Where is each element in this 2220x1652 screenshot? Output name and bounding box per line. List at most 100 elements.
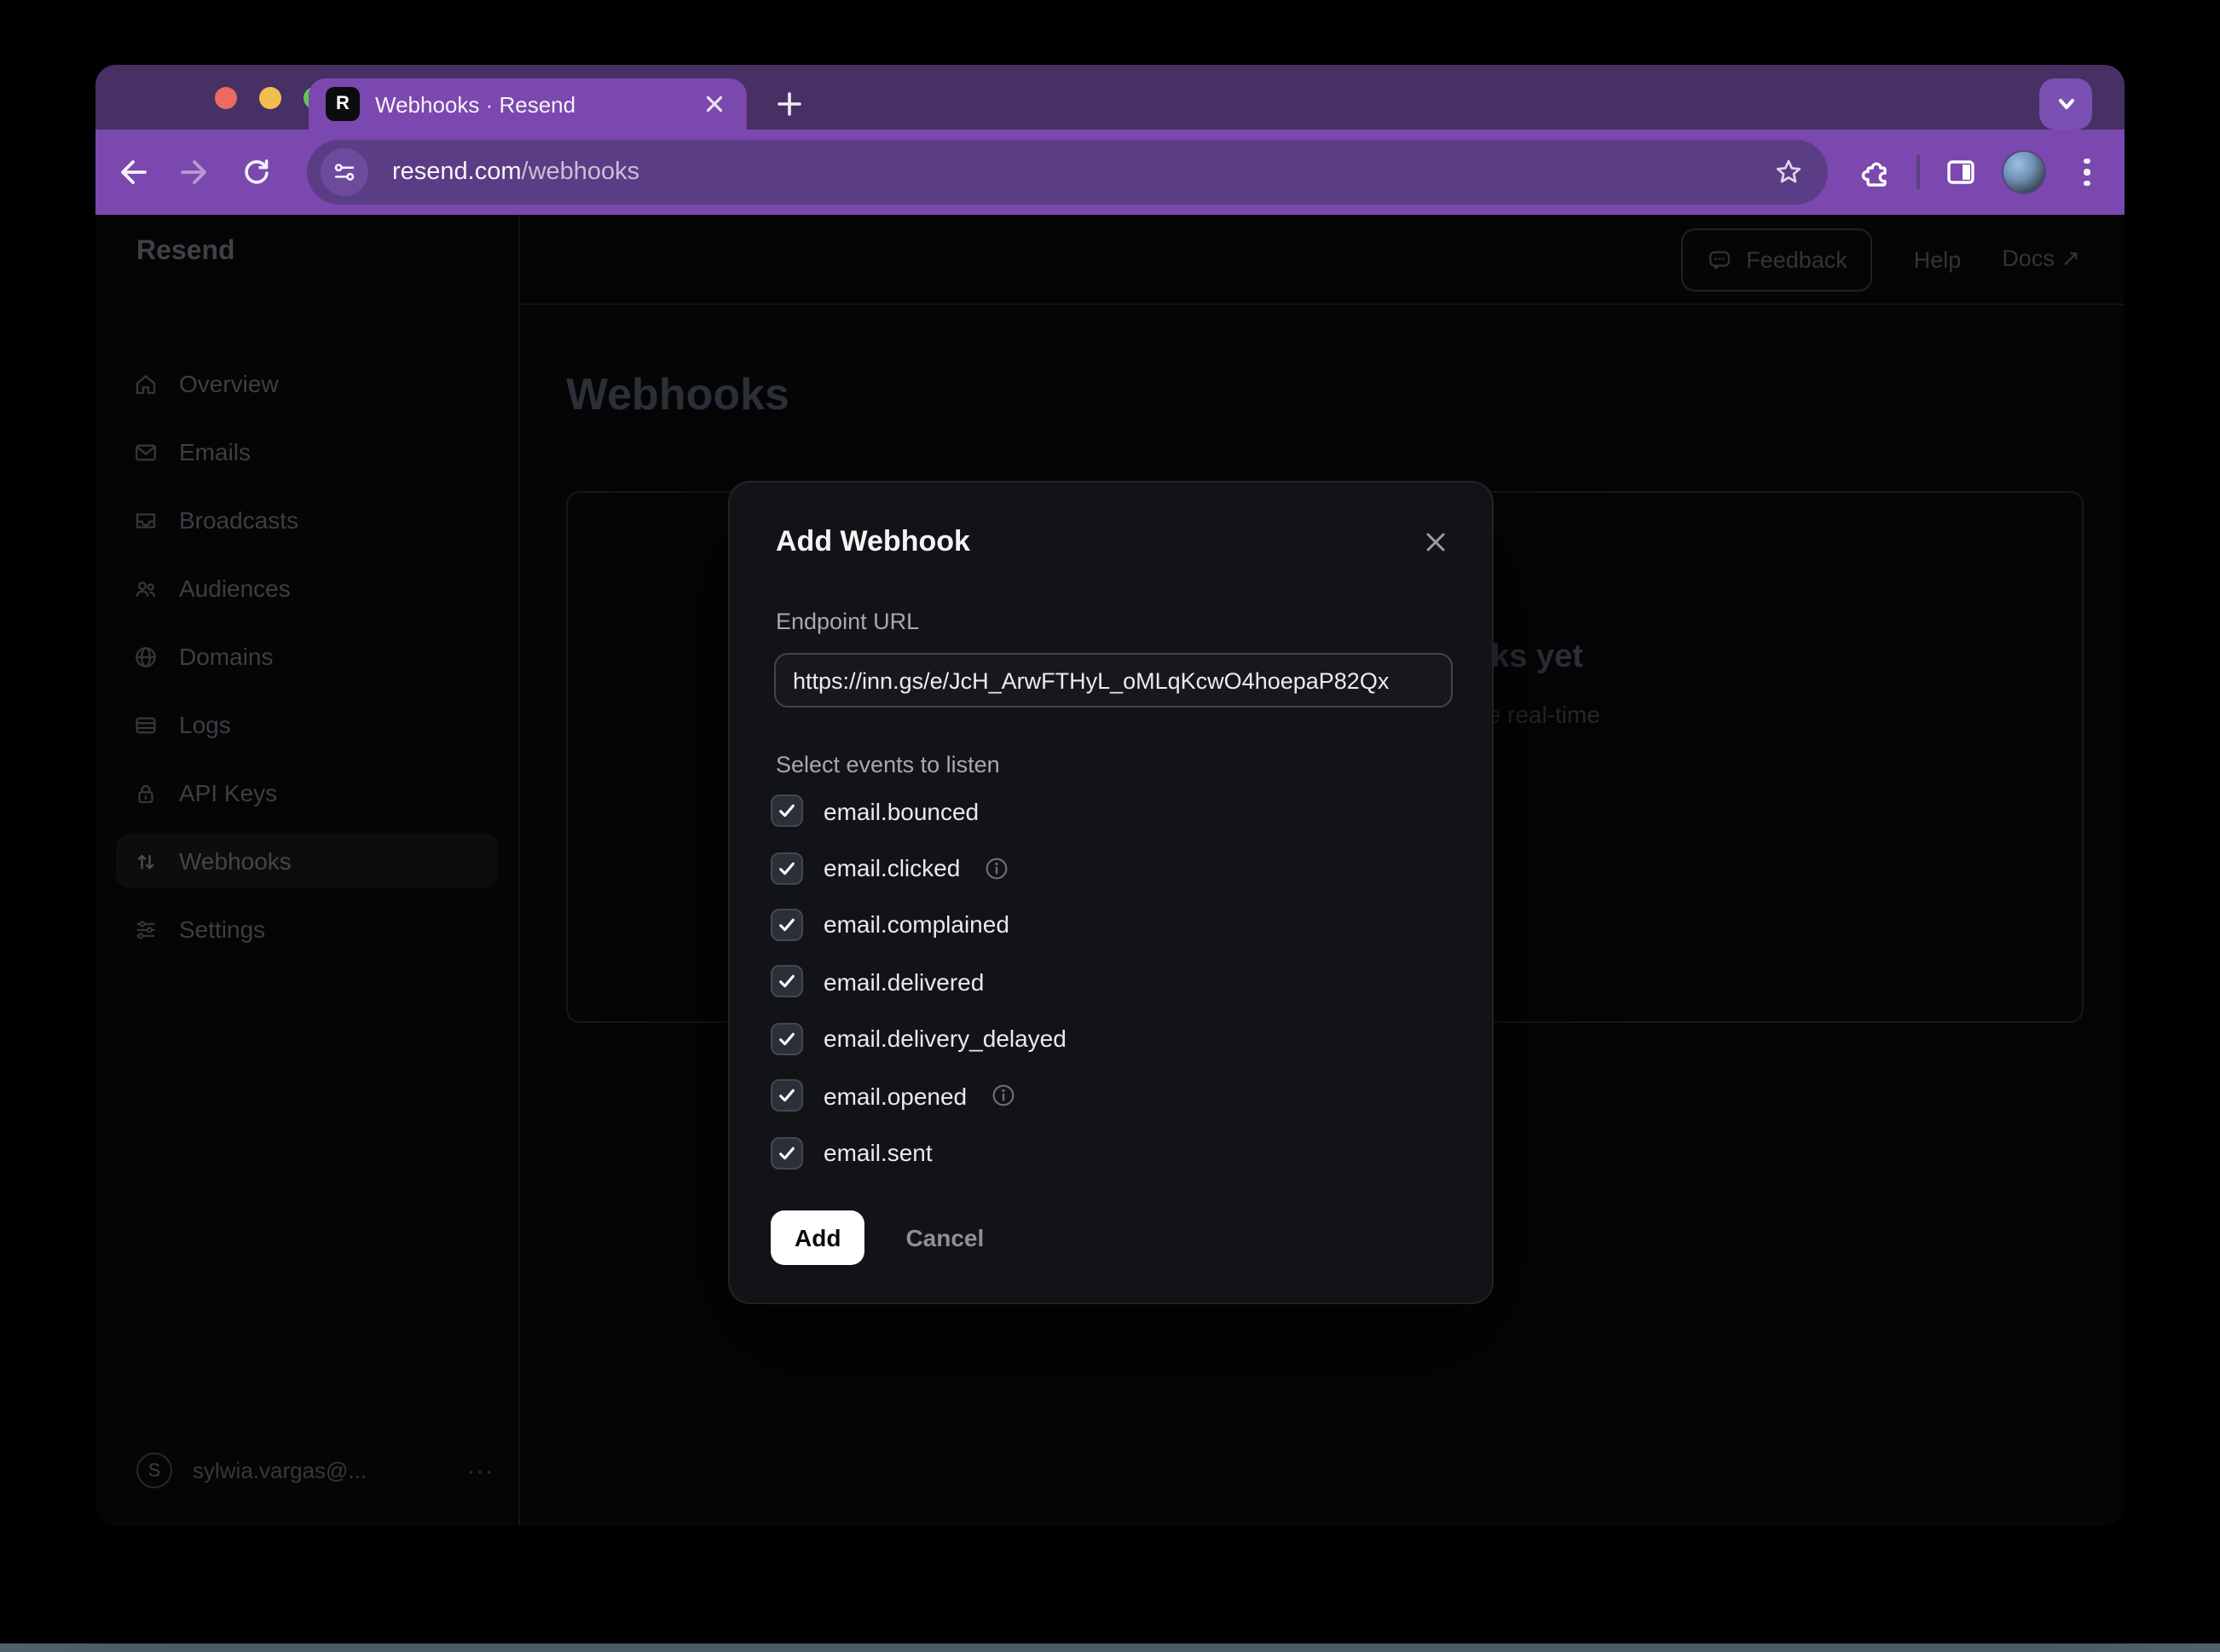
feedback-button[interactable]: Feedback xyxy=(1681,228,1873,291)
add-button[interactable]: Add xyxy=(771,1210,864,1265)
reload-button[interactable] xyxy=(230,147,281,198)
docs-link[interactable]: Docs ↗ xyxy=(2002,245,2080,273)
browser-window: R Webhooks · Resend xyxy=(95,65,2125,1526)
add-webhook-modal: Add Webhook Endpoint URL Select events t… xyxy=(728,481,1494,1304)
browser-menu-icon[interactable] xyxy=(2070,159,2104,186)
event-label: email.sent xyxy=(824,1139,933,1166)
url-path: /webhooks xyxy=(522,159,640,186)
lock-icon xyxy=(133,780,159,806)
help-link[interactable]: Help xyxy=(1914,246,1962,272)
event-row-opened: email.opened xyxy=(771,1067,1451,1124)
url-domain: resend.com xyxy=(392,159,522,186)
event-checkbox[interactable] xyxy=(771,1023,803,1055)
sidebar-nav: Overview Emails Broadcasts Audiences xyxy=(116,356,498,970)
toolbar-right-cluster xyxy=(1859,130,2104,215)
close-icon[interactable] xyxy=(1417,523,1454,561)
profile-avatar[interactable] xyxy=(2002,150,2046,194)
sidebar-item-broadcasts[interactable]: Broadcasts xyxy=(116,493,498,547)
tab-search-chevron-button[interactable] xyxy=(2039,78,2092,130)
event-row-clicked: email.clicked xyxy=(771,840,1451,897)
event-checkbox[interactable] xyxy=(771,794,803,827)
forward-button[interactable] xyxy=(169,147,220,198)
site-settings-icon[interactable] xyxy=(321,148,368,196)
sliders-icon xyxy=(133,916,159,942)
sidebar-item-domains[interactable]: Domains xyxy=(116,629,498,684)
backdrop-floor-strip xyxy=(0,1643,2220,1652)
back-button[interactable] xyxy=(107,147,159,198)
sidebar-item-label: Audiences xyxy=(179,575,291,602)
account-avatar: S xyxy=(136,1453,172,1488)
modal-actions: Add Cancel xyxy=(771,1210,984,1265)
url-text[interactable]: resend.com/webhooks xyxy=(392,159,1773,186)
page-title: Webhooks xyxy=(566,368,789,421)
modal-header: Add Webhook xyxy=(776,523,1454,561)
globe-icon xyxy=(133,644,159,669)
screenshot-stage: R Webhooks · Resend xyxy=(0,0,2220,1652)
home-icon xyxy=(133,371,159,396)
sidebar-item-label: Overview xyxy=(179,370,279,397)
sidebar-item-logs[interactable]: Logs xyxy=(116,697,498,752)
event-label: email.complained xyxy=(824,911,1009,939)
sidebar-item-label: Logs xyxy=(179,711,231,738)
event-label: email.clicked xyxy=(824,854,960,881)
event-label: email.bounced xyxy=(824,797,979,824)
events-section-label: Select events to listen xyxy=(776,752,1000,777)
sidebar-item-api-keys[interactable]: API Keys xyxy=(116,765,498,820)
info-icon[interactable] xyxy=(991,1083,1016,1108)
feedback-label: Feedback xyxy=(1746,246,1847,272)
address-bar[interactable]: resend.com/webhooks xyxy=(307,140,1828,205)
sidebar-item-label: Settings xyxy=(179,916,265,943)
bookmark-star-icon[interactable] xyxy=(1773,157,1804,188)
close-window-button[interactable] xyxy=(215,86,237,108)
minimize-window-button[interactable] xyxy=(259,86,281,108)
resend-logo[interactable]: Resend xyxy=(136,237,235,268)
event-row-delivered: email.delivered xyxy=(771,953,1451,1010)
side-panel-icon[interactable] xyxy=(1944,155,1978,189)
endpoint-url-label: Endpoint URL xyxy=(776,609,919,634)
logs-icon xyxy=(133,712,159,737)
event-label: email.opened xyxy=(824,1082,967,1109)
event-row-delivery-delayed: email.delivery_delayed xyxy=(771,1010,1451,1067)
tab-title: Webhooks · Resend xyxy=(375,91,684,117)
event-row-sent: email.sent xyxy=(771,1124,1451,1181)
account-email: sylwia.vargas@... xyxy=(193,1458,447,1483)
broadcast-tray-icon xyxy=(133,507,159,533)
event-row-complained: email.complained xyxy=(771,897,1451,954)
sidebar-item-emails[interactable]: Emails xyxy=(116,425,498,479)
tab-close-icon[interactable] xyxy=(699,89,730,119)
event-label: email.delivered xyxy=(824,968,984,996)
sidebar-item-audiences[interactable]: Audiences xyxy=(116,561,498,615)
sidebar-item-label: API Keys xyxy=(179,779,277,806)
cancel-button[interactable]: Cancel xyxy=(905,1224,984,1251)
event-checkbox[interactable] xyxy=(771,966,803,998)
browser-toolbar: resend.com/webhooks xyxy=(95,130,2125,215)
sidebar-item-webhooks[interactable]: Webhooks xyxy=(116,834,498,888)
sidebar: Resend Overview Emails Broadcasts xyxy=(95,215,520,1526)
sidebar-item-label: Broadcasts xyxy=(179,506,298,534)
account-menu-icon[interactable]: ··· xyxy=(467,1458,494,1483)
extensions-icon[interactable] xyxy=(1859,155,1893,189)
browser-tab[interactable]: R Webhooks · Resend xyxy=(309,78,747,130)
sidebar-item-label: Domains xyxy=(179,643,274,670)
event-checkbox[interactable] xyxy=(771,1136,803,1169)
modal-title: Add Webhook xyxy=(776,525,970,559)
sidebar-item-overview[interactable]: Overview xyxy=(116,356,498,411)
arrows-up-down-icon xyxy=(133,848,159,874)
external-arrow-icon: ↗ xyxy=(2061,245,2080,271)
info-icon[interactable] xyxy=(984,855,1009,881)
chat-bubble-icon xyxy=(1707,246,1732,272)
new-tab-button[interactable] xyxy=(764,78,815,130)
events-list: email.bounced email.clicked email.compla… xyxy=(771,783,1451,1181)
sidebar-item-label: Emails xyxy=(179,438,251,465)
account-row[interactable]: S sylwia.vargas@... ··· xyxy=(136,1453,494,1488)
event-row-bounced: email.bounced xyxy=(771,783,1451,840)
event-checkbox[interactable] xyxy=(771,1079,803,1112)
event-checkbox[interactable] xyxy=(771,909,803,941)
event-label: email.delivery_delayed xyxy=(824,1025,1067,1053)
endpoint-url-input[interactable] xyxy=(774,653,1453,708)
sidebar-item-label: Webhooks xyxy=(179,847,292,875)
event-checkbox[interactable] xyxy=(771,852,803,884)
sidebar-item-settings[interactable]: Settings xyxy=(116,902,498,956)
users-icon xyxy=(133,575,159,601)
main-header: Feedback Help Docs ↗ xyxy=(520,215,2125,305)
